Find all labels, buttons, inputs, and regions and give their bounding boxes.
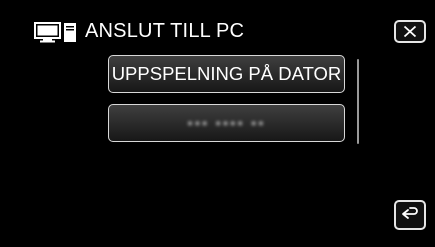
computer-icon (34, 22, 76, 43)
close-icon (403, 25, 417, 38)
menu-item-blurred[interactable]: ▪▪▪ ▪▪▪▪ ▪▪ (108, 104, 345, 142)
menu-item-label: ▪▪▪ ▪▪▪▪ ▪▪ (187, 114, 266, 132)
menu-item-playback-on-pc[interactable]: UPPSPELNING PÅ DATOR (108, 55, 345, 93)
menu-item-label: UPPSPELNING PÅ DATOR (111, 63, 342, 84)
back-button[interactable] (394, 200, 426, 230)
return-arrow-icon (402, 207, 418, 219)
scrollbar[interactable] (357, 59, 359, 144)
connect-to-pc-screen: ANSLUT TILL PC UPPSPELNING PÅ DATOR ▪▪▪ … (0, 0, 435, 247)
close-button[interactable] (394, 20, 426, 43)
page-title: ANSLUT TILL PC (85, 20, 245, 42)
